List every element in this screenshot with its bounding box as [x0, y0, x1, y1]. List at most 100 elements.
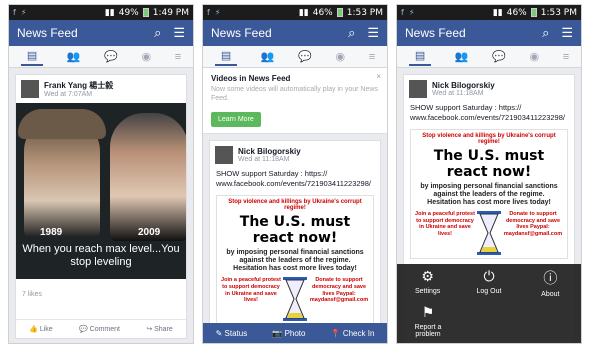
check-in-label: Check In — [342, 328, 375, 338]
post-actions: 👍 Like 💬 Comment ↪ Share — [16, 319, 186, 338]
news-feed-tab-icon[interactable]: ▤ — [214, 47, 238, 66]
report-problem-label: Report a problem — [414, 324, 442, 338]
hat-shape — [18, 109, 106, 139]
messages-tab-icon[interactable]: 💬 — [104, 50, 118, 63]
news-feed-tab-icon[interactable]: ▤ — [408, 47, 432, 66]
facebook-icon: f — [13, 8, 16, 17]
like-count[interactable]: 7 likes — [16, 289, 186, 300]
poster-right-text: Donate to support democracy and save liv… — [309, 276, 369, 304]
post-text[interactable]: SHOW support Saturday : https:// www.fac… — [404, 103, 574, 126]
learn-more-button[interactable]: Learn More — [211, 112, 261, 128]
poster-left-text: Join a peaceful protest to support democ… — [221, 276, 281, 304]
post-time[interactable]: Wed at 11:18AM — [238, 156, 301, 163]
gear-icon: ⚙ — [421, 268, 434, 284]
messages-tab-icon[interactable]: 💬 — [298, 50, 312, 63]
meme-year-left: 1989 — [40, 227, 63, 238]
poster-subline: by imposing personal financial sanctions… — [226, 248, 364, 265]
tab-bar: ▤ 👥 💬 ◉ ≡ — [397, 46, 581, 68]
post-author[interactable]: Frank Yang 楊士毅 — [44, 80, 113, 91]
post-author[interactable]: Nick Bilogorskiy — [432, 81, 495, 90]
clock: 1:53 PM — [540, 7, 577, 18]
bolt-icon: ⚡ — [408, 8, 415, 17]
settings-menu-item[interactable]: ⚙ Settings — [403, 268, 453, 298]
about-menu-item[interactable]: ⓘ About — [525, 268, 575, 298]
news-feed-tab-icon[interactable]: ▤ — [20, 47, 44, 66]
friend-requests-icon[interactable]: ☰ — [561, 25, 573, 41]
friends-tab-icon[interactable]: 👥 — [455, 50, 469, 63]
settings-label: Settings — [415, 288, 441, 295]
friends-tab-icon[interactable]: 👥 — [261, 50, 275, 63]
log-out-label: Log Out — [476, 288, 502, 295]
report-problem-menu-item[interactable]: ⚑ Report a problem — [403, 304, 453, 338]
status-button[interactable]: ✎ Status — [216, 329, 248, 338]
comment-button[interactable]: 💬 Comment — [79, 325, 120, 333]
top-bar: News Feed ⌕ ☰ — [9, 20, 193, 46]
post-time[interactable]: Wed at 7:07AM — [44, 91, 113, 98]
search-icon[interactable]: ⌕ — [542, 25, 549, 41]
check-in-button[interactable]: 📍 Check In — [331, 329, 375, 338]
status-bar: f ⚡ ▮▮ 49% 1:49 PM — [9, 5, 193, 20]
messages-tab-icon[interactable]: 💬 — [492, 50, 506, 63]
poster-subline-2: Hesitation has cost more lives today! — [233, 265, 357, 273]
menu-tab-icon[interactable]: ≡ — [175, 51, 181, 63]
battery-icon — [336, 8, 343, 17]
post-author[interactable]: Nick Bilogorskiy — [238, 147, 301, 156]
photo-button[interactable]: 📷 Photo — [272, 329, 305, 338]
like-button[interactable]: 👍 Like — [29, 325, 53, 333]
notifications-tab-icon[interactable]: ◉ — [142, 50, 152, 63]
poster-top-text: Stop violence and killings by Ukraine's … — [228, 198, 362, 211]
hourglass-icon — [283, 276, 307, 321]
friend-requests-icon[interactable]: ☰ — [367, 25, 379, 41]
composer-bar: ✎ Status 📷 Photo 📍 Check In — [203, 323, 387, 343]
about-label: About — [541, 291, 560, 298]
battery-icon — [530, 8, 537, 17]
status-bar: f ⚡ ▮▮ 46% 1:53 PM — [203, 5, 387, 20]
facebook-icon: f — [401, 8, 404, 17]
poster-left-text: Join a peaceful protest to support democ… — [415, 210, 475, 238]
videos-banner: × Videos in News Feed Now some videos wi… — [203, 68, 387, 135]
share-button[interactable]: ↪ Share — [146, 325, 173, 333]
share-label: Share — [154, 326, 173, 333]
meme-caption: When you reach max level...You stop leve… — [22, 243, 180, 269]
post-time[interactable]: Wed at 11:18AM — [432, 90, 495, 97]
avatar[interactable] — [409, 80, 427, 98]
phone-screen-1: f ⚡ ▮▮ 49% 1:49 PM News Feed ⌕ ☰ ▤ 👥 💬 ◉ ≡ … — [8, 4, 194, 344]
tab-bar: ▤ 👥 💬 ◉ ≡ — [203, 46, 387, 68]
search-icon[interactable]: ⌕ — [348, 25, 355, 41]
clock: 1:49 PM — [152, 7, 189, 18]
notifications-tab-icon[interactable]: ◉ — [530, 50, 540, 63]
photo-label: Photo — [284, 328, 306, 338]
close-icon[interactable]: × — [376, 72, 381, 81]
meme-image[interactable]: 1989 2009 When you reach max level...You… — [16, 103, 186, 279]
top-bar: News Feed ⌕ ☰ — [397, 20, 581, 46]
poster-subline: by imposing personal financial sanctions… — [420, 182, 558, 198]
search-icon[interactable]: ⌕ — [154, 25, 161, 41]
avatar[interactable] — [21, 80, 39, 98]
menu-tab-icon[interactable]: ≡ — [563, 51, 569, 63]
bolt-icon: ⚡ — [214, 8, 221, 17]
avatar[interactable] — [215, 146, 233, 165]
notifications-tab-icon[interactable]: ◉ — [336, 50, 346, 63]
page-title: News Feed — [211, 26, 272, 40]
protest-poster[interactable]: Stop violence and killings by Ukraine's … — [410, 128, 568, 259]
post-text[interactable]: SHOW support Saturday : https:// www.fac… — [210, 169, 380, 192]
friends-tab-icon[interactable]: 👥 — [67, 50, 81, 63]
hourglass-icon — [477, 210, 501, 255]
tab-bar: ▤ 👥 💬 ◉ ≡ — [9, 46, 193, 68]
clock: 1:53 PM — [346, 7, 383, 18]
phone-screen-2: f ⚡ ▮▮ 46% 1:53 PM News Feed ⌕ ☰ ▤ 👥 💬 ◉ ≡ … — [202, 4, 388, 344]
comment-label: Comment — [89, 326, 120, 333]
friend-requests-icon[interactable]: ☰ — [173, 25, 185, 41]
log-out-menu-item[interactable]: ⏻ Log Out — [464, 268, 514, 298]
protest-poster[interactable]: Stop violence and killings by Ukraine's … — [216, 194, 374, 325]
battery-percent: 46% — [506, 7, 527, 18]
like-label: Like — [39, 326, 53, 333]
battery-percent: 49% — [118, 7, 139, 18]
bolt-icon: ⚡ — [20, 8, 27, 17]
banner-description: Now some videos will automatically play … — [211, 86, 378, 103]
facebook-icon: f — [207, 8, 210, 17]
signal-icon: ▮▮ — [298, 7, 309, 18]
poster-right-text: Donate to support democracy and save liv… — [503, 210, 563, 238]
menu-tab-icon[interactable]: ≡ — [369, 51, 375, 63]
android-icon: ⚑ — [421, 304, 435, 320]
